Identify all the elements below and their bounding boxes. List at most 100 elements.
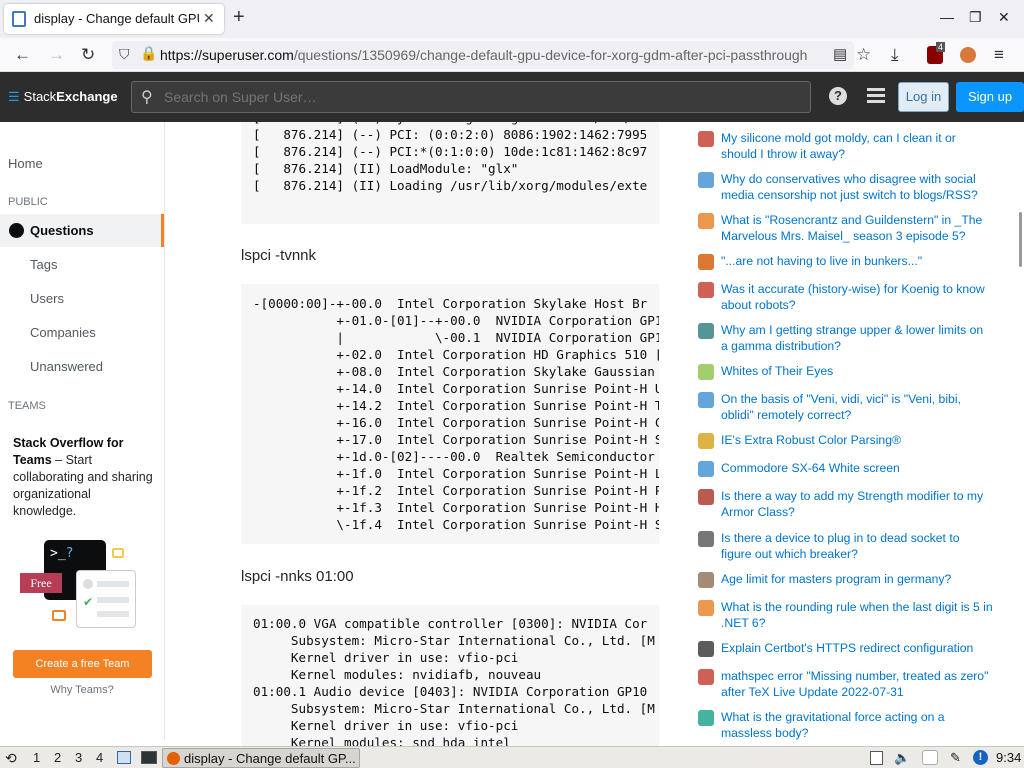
menu-icon[interactable]: ≡	[994, 45, 1004, 65]
hot-question-link[interactable]: Why am I getting strange upper & lower l…	[721, 322, 993, 354]
app-menu-icon[interactable]: ⟲	[5, 750, 17, 767]
hot-question-link[interactable]: My silicone mold got moldy, can I clean …	[721, 130, 993, 162]
nav-users[interactable]: Users	[30, 291, 64, 306]
help-icon[interactable]: ?	[829, 87, 847, 105]
superuser-favicon-icon	[12, 11, 26, 27]
notes-icon[interactable]	[922, 750, 938, 765]
restore-icon[interactable]: ❐	[969, 9, 982, 26]
browser-tab-active[interactable]: display - Change default GPU ✕	[4, 4, 224, 34]
tree-line: \-1f.4 Intel Corporation Sunrise Point-H…	[253, 517, 659, 532]
pen-icon[interactable]: ✎	[950, 750, 961, 766]
url-text[interactable]: https://superuser.com/questions/1350969/…	[160, 47, 830, 63]
hot-question-item[interactable]: mathspec error "Missing number, treated …	[698, 668, 998, 704]
site-icon	[698, 213, 714, 229]
nav-home[interactable]: Home	[8, 156, 43, 171]
workspace-4[interactable]: 4	[96, 750, 103, 765]
nav-questions[interactable]: Questions	[0, 214, 164, 247]
why-teams-link[interactable]: Why Teams?	[0, 684, 164, 696]
hot-question-link[interactable]: On the basis of "Veni, vidi, vici" is "V…	[721, 391, 993, 423]
update-notification-icon[interactable]: !	[973, 750, 988, 765]
nav-companies[interactable]: Companies	[30, 325, 96, 340]
hot-question-link[interactable]: mathspec error "Missing number, treated …	[721, 668, 993, 700]
left-sidebar: Home PUBLIC Questions Tags Users Compani…	[0, 122, 165, 740]
hot-question-link[interactable]: Explain Certbot's HTTPS redirect configu…	[721, 640, 993, 656]
hot-question-item[interactable]: On the basis of "Veni, vidi, vici" is "V…	[698, 391, 998, 427]
login-button[interactable]: Log in	[898, 82, 949, 112]
tab-close-icon[interactable]: ✕	[203, 10, 215, 27]
reader-view-icon[interactable]: ▤	[833, 45, 847, 63]
site-icon	[698, 531, 714, 547]
page-scrollbar[interactable]	[1016, 122, 1024, 740]
hot-question-link[interactable]: IE's Extra Robust Color Parsing®	[721, 432, 993, 448]
minimize-icon[interactable]: —	[940, 9, 954, 25]
hot-question-link[interactable]: Why do conservatives who disagree with s…	[721, 171, 993, 203]
hot-question-link[interactable]: What is "Rosencrantz and Guildenstern" i…	[721, 212, 993, 244]
nav-section-teams: TEAMS	[8, 400, 46, 412]
tree-line: +-02.0 Intel Corporation HD Graphics 510…	[253, 347, 659, 362]
ublock-icon[interactable]: 4	[927, 42, 946, 64]
hot-question-link[interactable]: What is the gravitational force acting o…	[721, 709, 993, 741]
hot-question-link[interactable]: "...are not having to live in bunkers...…	[721, 253, 993, 269]
hot-question-item[interactable]: What is the gravitational force acting o…	[698, 709, 998, 745]
signup-button[interactable]: Sign up	[956, 82, 1024, 112]
hot-question-item[interactable]: Why do conservatives who disagree with s…	[698, 171, 998, 207]
search-input[interactable]	[164, 89, 764, 105]
workspace-1[interactable]: 1	[33, 750, 40, 765]
address-bar[interactable]: ⛉ 🔒 https://superuser.com/questions/1350…	[112, 41, 854, 69]
search-icon: ⚲	[141, 89, 153, 106]
hot-question-link[interactable]: Is there a device to plug in to dead soc…	[721, 530, 993, 562]
shield-icon[interactable]: ⛉	[119, 46, 130, 63]
hot-question-item[interactable]: My silicone mold got moldy, can I clean …	[698, 130, 998, 166]
hot-question-item[interactable]: Was it accurate (history-wise) for Koeni…	[698, 281, 998, 317]
hot-question-item[interactable]: Is there a device to plug in to dead soc…	[698, 530, 998, 566]
log-line: [ 876.214] (II) LoadModule: "glx"	[253, 161, 519, 176]
stackexchange-logo[interactable]: ☰ StackExchange	[8, 89, 118, 105]
hot-question-link[interactable]: What is the rounding rule when the last …	[721, 599, 993, 631]
window-close-icon[interactable]: ✕	[998, 9, 1010, 26]
extension-icon[interactable]	[960, 47, 976, 63]
hot-question-item[interactable]: What is "Rosencrantz and Guildenstern" i…	[698, 212, 998, 248]
log-line: [ 876.214] (--) PCI:*(0:1:0:0) 10de:1c81…	[253, 144, 648, 159]
nnks-line: Subsystem: Micro-Star International Co.,…	[253, 633, 655, 648]
back-icon[interactable]: ←	[14, 45, 31, 65]
hot-question-link[interactable]: Whites of Their Eyes	[721, 363, 993, 379]
extension-badge: 4	[936, 42, 946, 52]
volume-icon[interactable]: 🔈	[894, 750, 910, 766]
terminal-launcher-icon[interactable]	[141, 751, 157, 764]
nnks-line: 01:00.1 Audio device [0403]: NVIDIA Corp…	[253, 684, 648, 699]
nnks-line: 01:00.0 VGA compatible controller [0300]…	[253, 616, 648, 631]
nav-tags[interactable]: Tags	[30, 257, 57, 272]
create-team-button[interactable]: Create a free Team	[13, 650, 152, 678]
reload-icon[interactable]: ↻	[81, 45, 95, 65]
site-search-box[interactable]: ⚲	[131, 81, 811, 113]
site-icon	[698, 600, 714, 616]
site-header: ☰StackExchange ⚲ ? Log in Sign up	[0, 72, 1024, 122]
bookmark-star-icon[interactable]: ☆	[856, 45, 871, 65]
taskbar-firefox-task[interactable]: display - Change default GP...	[162, 748, 360, 768]
forward-icon[interactable]: →	[48, 45, 65, 65]
workspace-3[interactable]: 3	[75, 750, 82, 765]
tree-line: +-1f.2 Intel Corporation Sunrise Point-H…	[253, 483, 659, 498]
site-icon	[698, 669, 714, 685]
nav-unanswered[interactable]: Unanswered	[30, 359, 103, 374]
hot-question-link[interactable]: Age limit for masters program in germany…	[721, 571, 993, 587]
hot-question-link[interactable]: Was it accurate (history-wise) for Koeni…	[721, 281, 993, 313]
lock-icon[interactable]: 🔒	[140, 45, 157, 62]
hot-question-item[interactable]: Why am I getting strange upper & lower l…	[698, 322, 998, 358]
workspace-2[interactable]: 2	[54, 750, 61, 765]
file-manager-icon[interactable]	[117, 751, 131, 764]
new-tab-icon[interactable]: +	[233, 6, 245, 29]
hot-question-item[interactable]: Is there a way to add my Strength modifi…	[698, 488, 998, 524]
code-block-lspci-nnks: 01:00.0 VGA compatible controller [0300]…	[241, 605, 659, 746]
tab-title: display - Change default GPU	[34, 11, 199, 26]
checklist-icon: ✔	[76, 570, 136, 628]
clipboard-icon[interactable]	[870, 751, 883, 765]
site-switcher-icon[interactable]	[867, 88, 885, 104]
scrollbar-thumb[interactable]	[1019, 212, 1022, 267]
hot-question-item[interactable]: What is the rounding rule when the last …	[698, 599, 998, 635]
hot-question-link[interactable]: Is there a way to add my Strength modifi…	[721, 488, 993, 520]
downloads-icon[interactable]: ⤓	[891, 45, 899, 65]
hot-question-link[interactable]: Commodore SX-64 White screen	[721, 460, 993, 476]
teams-promo-text: Stack Overflow for Teams – Start collabo…	[13, 436, 153, 518]
stackexchange-icon: ☰	[8, 89, 20, 104]
